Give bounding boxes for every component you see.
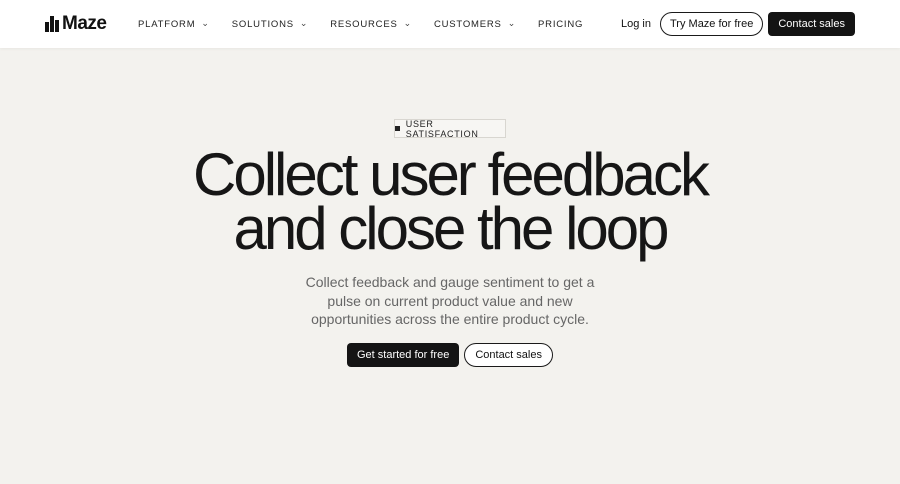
category-tag: USER SATISFACTION	[394, 118, 506, 139]
nav-item-label: SOLUTIONS	[231, 18, 294, 30]
site-header: Maze PLATFORM ⌄ SOLUTIONS ⌄ RESOURCES ⌄ …	[0, 0, 900, 48]
nav-item-label: PLATFORM	[138, 18, 196, 30]
chevron-down-icon: ⌄	[507, 17, 517, 28]
chevron-down-icon: ⌄	[403, 17, 412, 28]
nav-item-pricing[interactable]: PRICING	[538, 19, 583, 30]
nav-item-platform[interactable]: PLATFORM ⌄	[138, 17, 210, 30]
hero-cta-group: Get started for free Contact sales	[0, 343, 900, 367]
get-started-button[interactable]: Get started for free	[347, 343, 460, 367]
maze-logo[interactable]: Maze	[45, 13, 107, 34]
nav-item-customers[interactable]: CUSTOMERS ⌄	[433, 17, 517, 30]
main-nav: PLATFORM ⌄ SOLUTIONS ⌄ RESOURCES ⌄ CUSTO…	[138, 0, 605, 48]
maze-logo-icon	[45, 16, 59, 32]
chevron-down-icon: ⌄	[299, 17, 309, 28]
chevron-down-icon: ⌄	[201, 17, 210, 28]
header-actions: Log in Try Maze for free Contact sales	[621, 12, 855, 36]
nav-item-solutions[interactable]: SOLUTIONS ⌄	[231, 17, 309, 30]
headline-line-2: and close the loop	[233, 195, 669, 262]
contact-sales-button[interactable]: Contact sales	[768, 12, 855, 36]
nav-item-label: PRICING	[538, 18, 584, 30]
tag-label: USER SATISFACTION	[405, 118, 479, 139]
hero-contact-sales-button[interactable]: Contact sales	[464, 343, 553, 367]
login-link[interactable]: Log in	[621, 18, 651, 30]
nav-item-label: RESOURCES	[330, 18, 398, 30]
hero-subtitle: Collect feedback and gauge sentiment to …	[305, 274, 595, 327]
try-free-button[interactable]: Try Maze for free	[660, 12, 764, 36]
nav-item-label: CUSTOMERS	[433, 18, 502, 30]
square-bullet-icon	[395, 126, 400, 131]
logo-text: Maze	[62, 13, 107, 34]
nav-item-resources[interactable]: RESOURCES ⌄	[330, 17, 412, 30]
hero-headline: Collect user feedback and close the loop	[0, 145, 900, 259]
